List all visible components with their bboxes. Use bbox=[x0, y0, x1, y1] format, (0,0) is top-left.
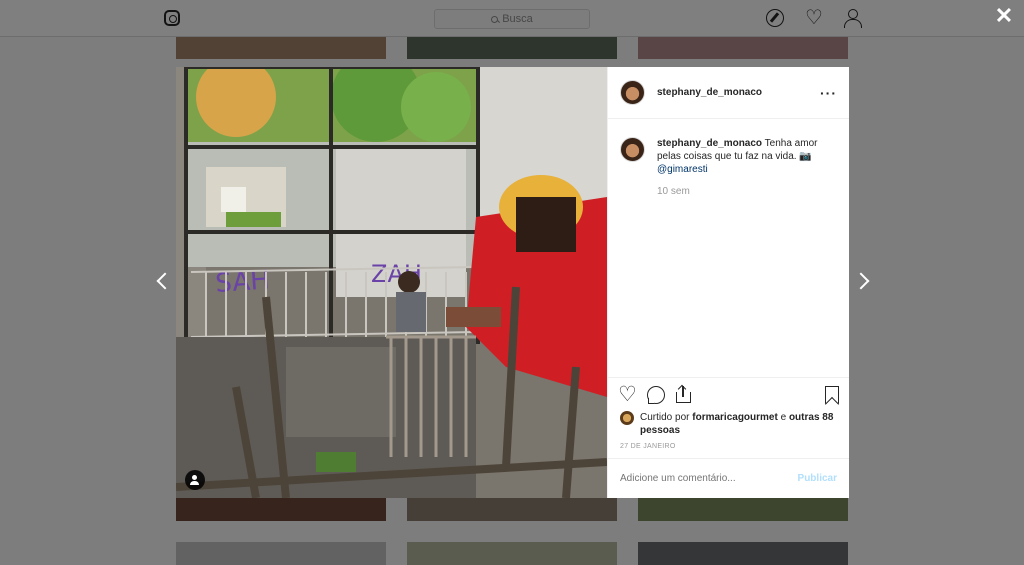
camera-emoji: 📷 bbox=[799, 151, 812, 162]
post-header: stephany_de_monaco ··· bbox=[608, 67, 849, 119]
post-author-username[interactable]: stephany_de_monaco bbox=[657, 87, 820, 98]
action-bar: ♡ bbox=[608, 377, 849, 411]
chevron-right-icon[interactable] bbox=[855, 270, 869, 294]
avatar[interactable] bbox=[620, 80, 645, 105]
post-photo[interactable]: SAH ZAH bbox=[176, 67, 607, 498]
likes-prefix: Curtido por bbox=[640, 412, 690, 423]
comment-bubble-icon[interactable] bbox=[647, 385, 665, 404]
publish-button[interactable]: Publicar bbox=[798, 473, 837, 484]
caption-username[interactable]: stephany_de_monaco bbox=[657, 138, 762, 149]
like-heart-icon[interactable]: ♡ bbox=[618, 384, 638, 405]
bookmark-icon[interactable] bbox=[825, 385, 839, 404]
more-horizontal-icon[interactable]: ··· bbox=[820, 85, 837, 101]
caption-mention-link[interactable]: @gimaresti bbox=[657, 164, 708, 175]
caption-text-block: stephany_de_monaco Tenha amor pelas cois… bbox=[657, 137, 837, 176]
chevron-left-icon[interactable] bbox=[155, 270, 169, 294]
add-comment-bar: Publicar bbox=[608, 458, 849, 498]
caption-time: 10 sem bbox=[657, 186, 690, 197]
post-sidebar: stephany_de_monaco ··· stephany_de_monac… bbox=[607, 67, 849, 498]
post-image: SAH ZAH bbox=[176, 67, 607, 498]
liker-avatar[interactable] bbox=[620, 411, 634, 425]
likes-connector: e bbox=[780, 412, 787, 423]
likes-summary: Curtido por formaricagourmet e outras 88… bbox=[608, 411, 849, 437]
post-modal: SAH ZAH stephany_de_monaco ··· stephany_… bbox=[176, 67, 849, 498]
caption-comment: stephany_de_monaco Tenha amor pelas cois… bbox=[608, 119, 849, 377]
post-date: 27 DE JANEIRO bbox=[620, 443, 676, 450]
share-icon[interactable] bbox=[674, 384, 694, 405]
tagged-user-icon[interactable] bbox=[185, 470, 205, 490]
liker-username[interactable]: formaricagourmet bbox=[692, 412, 778, 423]
comment-input[interactable] bbox=[620, 473, 798, 484]
close-icon[interactable]: ✕ bbox=[994, 5, 1014, 27]
avatar[interactable] bbox=[620, 137, 645, 162]
